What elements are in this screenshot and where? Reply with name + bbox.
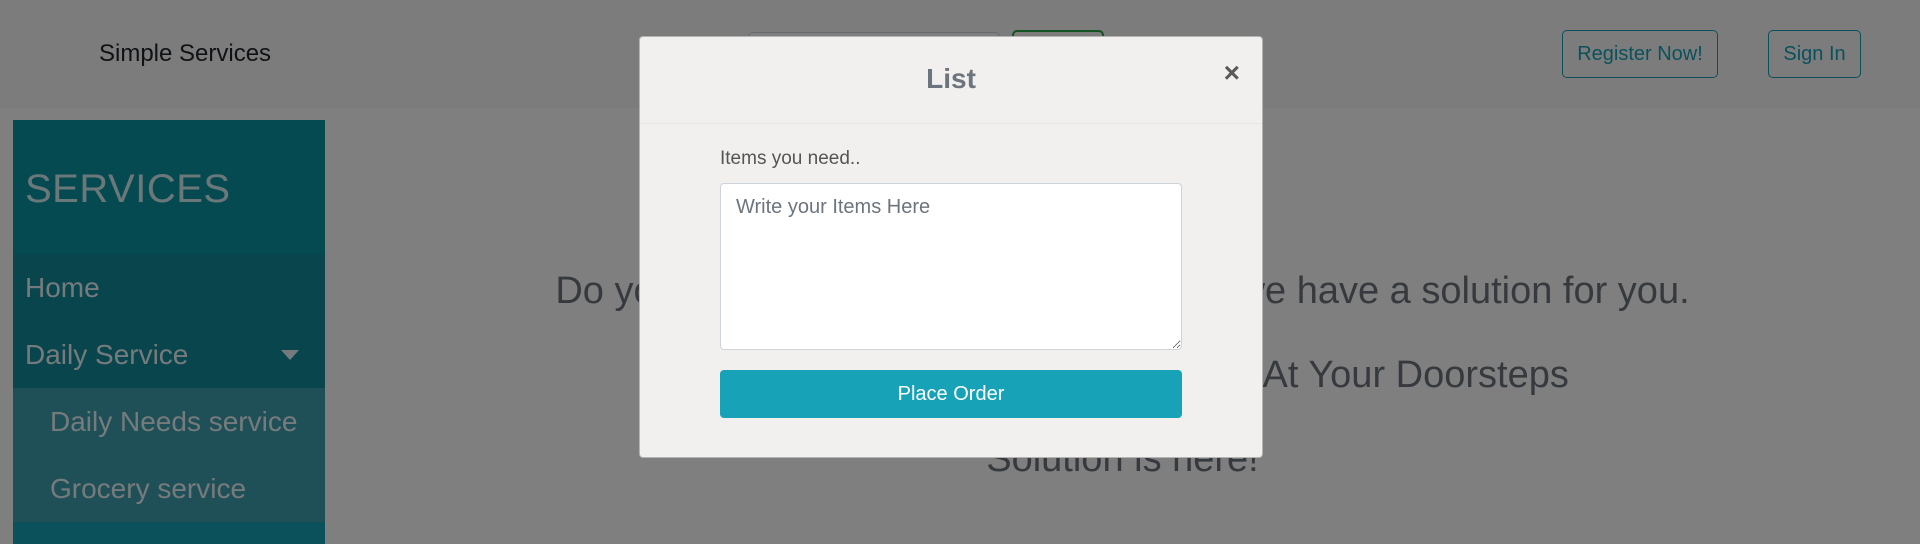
- items-field-label: Items you need..: [720, 148, 861, 169]
- list-modal: List × Items you need.. Place Order: [639, 36, 1263, 458]
- items-textarea[interactable]: [720, 183, 1182, 350]
- place-order-button[interactable]: Place Order: [720, 370, 1182, 418]
- close-icon[interactable]: ×: [1224, 59, 1240, 87]
- modal-header: List ×: [640, 37, 1262, 124]
- modal-title: List: [926, 63, 976, 94]
